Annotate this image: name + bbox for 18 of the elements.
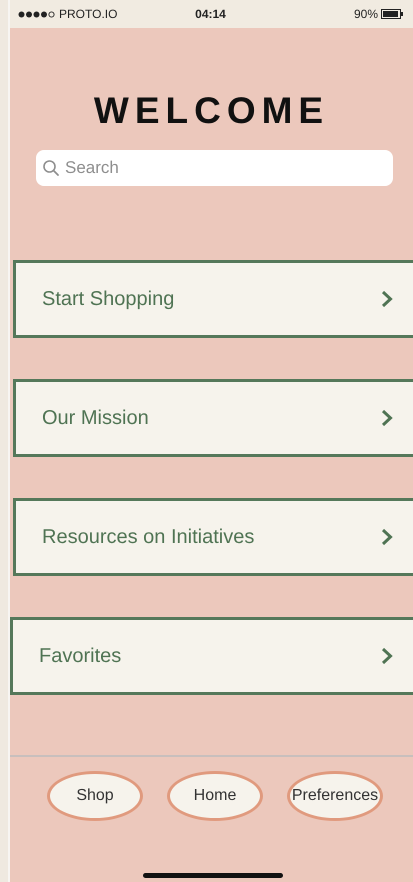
chevron-right-icon [381,409,393,427]
chevron-right-icon [381,528,393,546]
carrier-name: PROTO.IO [59,6,118,23]
chevron-right-icon [381,647,393,665]
status-time: 04:14 [195,7,226,21]
signal-icon [18,10,56,18]
nav-button[interactable]: Preferences [287,771,383,821]
welcome-title: WELCOME [92,90,330,132]
menu-item[interactable]: Favorites [10,617,413,695]
battery-percent: 90% [354,6,378,23]
menu-item[interactable]: Start Shopping [13,260,413,338]
menu-item[interactable]: Resources on Initiatives [13,498,413,576]
battery-icon [381,9,404,19]
search-field[interactable]: Search [36,150,393,186]
nav-button[interactable]: Home [167,771,263,821]
nav-button[interactable]: Shop [47,771,143,821]
menu-item[interactable]: Our Mission [13,379,413,457]
chevron-right-icon [381,290,393,308]
